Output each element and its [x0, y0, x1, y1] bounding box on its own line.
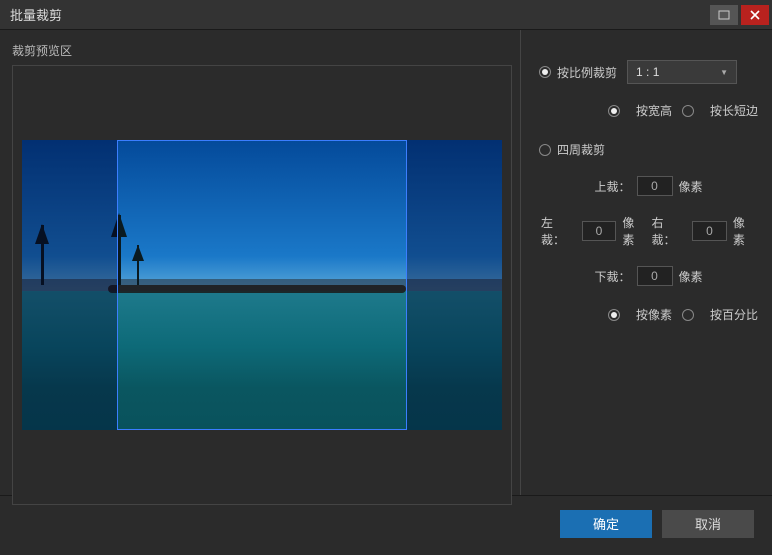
pixel-unit: 像素 — [622, 214, 645, 248]
window-title: 批量裁剪 — [0, 5, 710, 24]
ratio-mode-label: 按比例裁剪 — [557, 64, 617, 81]
crop-selection[interactable] — [117, 140, 407, 430]
unit-pixel-label: 按像素 — [636, 306, 672, 323]
lr-crop-row: 左裁： 0 像素 右裁： 0 像素 — [539, 214, 758, 248]
bottom-crop-row: 下裁： 0 像素 — [539, 266, 758, 286]
close-button[interactable] — [741, 5, 769, 25]
ratio-mode-row: 按比例裁剪 1 : 1 ▼ — [539, 60, 758, 84]
pixel-unit: 像素 — [679, 178, 703, 195]
by-short-label: 按长短边 — [710, 102, 758, 119]
ratio-mode-radio[interactable] — [539, 66, 551, 78]
right-crop-group: 右裁： 0 像素 — [652, 214, 757, 248]
right-crop-input[interactable]: 0 — [692, 221, 727, 241]
unit-percent-radio[interactable] — [682, 309, 694, 321]
crop-dim-right — [407, 140, 502, 430]
minimize-button[interactable] — [710, 5, 738, 25]
preview-frame — [12, 65, 512, 505]
chevron-down-icon: ▼ — [720, 68, 728, 77]
cancel-button[interactable]: 取消 — [662, 510, 754, 538]
left-crop-group: 左裁： 0 像素 — [541, 214, 646, 248]
edge-mode-row: 四周裁剪 — [539, 141, 758, 158]
preview-panel: 裁剪预览区 — [0, 30, 520, 495]
bottom-crop-label: 下裁： — [594, 268, 630, 285]
top-crop-row: 上裁： 0 像素 — [539, 176, 758, 196]
edge-mode-radio[interactable] — [539, 144, 551, 156]
ratio-select[interactable]: 1 : 1 ▼ — [627, 60, 737, 84]
unit-percent-label: 按百分比 — [710, 306, 758, 323]
by-width-label: 按宽高 — [636, 102, 672, 119]
top-crop-input[interactable]: 0 — [637, 176, 673, 196]
unit-row: 按像素 按百分比 — [539, 306, 758, 323]
bottom-crop-input[interactable]: 0 — [637, 266, 673, 286]
pixel-unit: 像素 — [679, 268, 703, 285]
ratio-select-value: 1 : 1 — [636, 65, 659, 79]
edge-mode-label: 四周裁剪 — [557, 141, 605, 158]
by-short-radio[interactable] — [682, 105, 694, 117]
content: 裁剪预览区 按比例裁剪 1 : 1 ▼ — [0, 30, 772, 495]
unit-pixel-radio[interactable] — [608, 309, 620, 321]
preview-image[interactable] — [22, 140, 502, 430]
left-crop-label: 左裁： — [541, 214, 576, 248]
ratio-basis-row: 按宽高 按长短边 — [539, 102, 758, 119]
window-buttons — [710, 5, 772, 25]
edge-inputs: 上裁： 0 像素 左裁： 0 像素 右裁： 0 像素 下裁： 0 像素 — [539, 176, 758, 286]
crop-dim-left — [22, 140, 117, 430]
options-panel: 按比例裁剪 1 : 1 ▼ 按宽高 按长短边 四周裁剪 上裁： 0 像素 — [520, 30, 772, 495]
by-width-radio[interactable] — [608, 105, 620, 117]
ok-button[interactable]: 确定 — [560, 510, 652, 538]
left-crop-input[interactable]: 0 — [582, 221, 617, 241]
right-crop-label: 右裁： — [652, 214, 687, 248]
titlebar: 批量裁剪 — [0, 0, 772, 30]
preview-label: 裁剪预览区 — [12, 42, 510, 59]
top-crop-label: 上裁： — [594, 178, 630, 195]
pixel-unit: 像素 — [733, 214, 756, 248]
